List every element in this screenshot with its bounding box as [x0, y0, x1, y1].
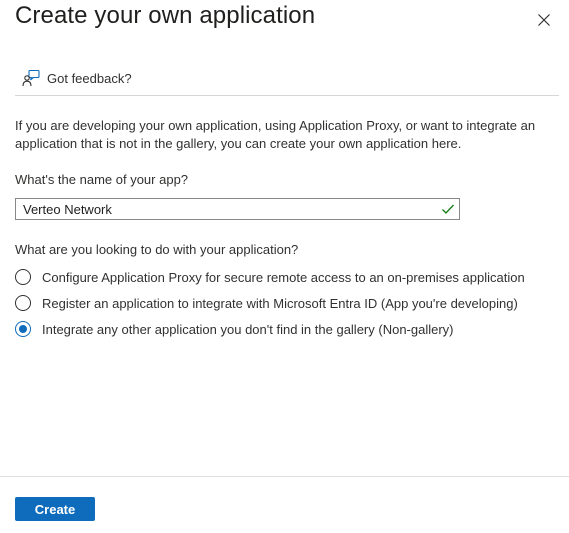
description-text: If you are developing your own applicati… — [15, 118, 536, 151]
feedback-link[interactable]: Got feedback? — [22, 68, 132, 88]
app-name-input[interactable] — [16, 199, 443, 219]
footer-divider — [0, 476, 569, 477]
radio-option-app-proxy[interactable]: Configure Application Proxy for secure r… — [15, 267, 525, 287]
purpose-question-label: What are you looking to do with your app… — [15, 242, 299, 257]
radio-option-register-app[interactable]: Register an application to integrate wit… — [15, 293, 518, 313]
radio-label: Integrate any other application you don'… — [42, 321, 454, 337]
close-button[interactable] — [534, 10, 554, 30]
panel-title: Create your own application — [15, 2, 316, 29]
radio-label: Configure Application Proxy for secure r… — [42, 269, 525, 285]
checkmark-icon — [442, 204, 454, 214]
radio-button-selected[interactable] — [15, 321, 31, 337]
radio-button[interactable] — [15, 269, 31, 285]
feedback-icon — [22, 69, 40, 87]
radio-option-non-gallery[interactable]: Integrate any other application you don'… — [15, 319, 454, 339]
feedback-label: Got feedback? — [47, 70, 132, 86]
app-name-field — [15, 198, 460, 220]
close-icon — [538, 14, 550, 26]
app-name-label: What's the name of your app? — [15, 172, 189, 187]
header-divider — [15, 95, 559, 96]
create-button[interactable]: Create — [15, 497, 95, 521]
create-application-panel: Create your own application Got feedback… — [0, 0, 569, 533]
radio-button[interactable] — [15, 295, 31, 311]
radio-label: Register an application to integrate wit… — [42, 295, 518, 311]
